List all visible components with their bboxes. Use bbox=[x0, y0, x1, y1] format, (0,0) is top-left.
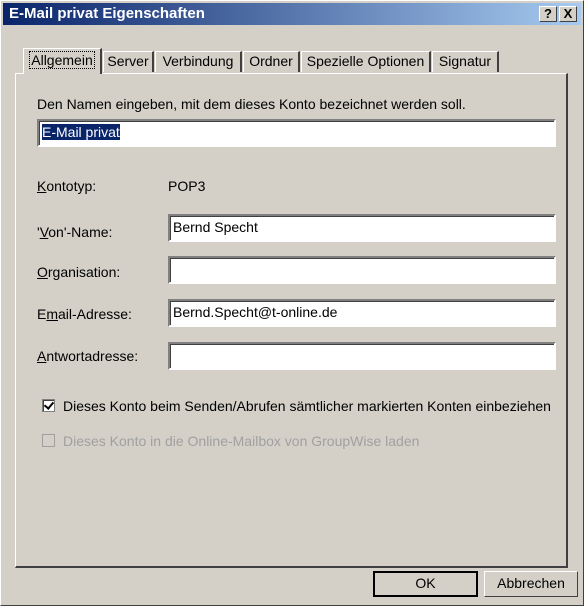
account-name-input[interactable]: E-Mail privat bbox=[37, 119, 556, 147]
tab-spezielle-optionen[interactable]: Spezielle Optionen bbox=[301, 51, 431, 72]
account-type-label: Kontotyp: bbox=[37, 178, 97, 194]
tab-allgemein[interactable]: Allgemein bbox=[23, 48, 102, 74]
reply-address-label: Antwortadresse: bbox=[37, 348, 139, 364]
close-button[interactable]: X bbox=[559, 6, 577, 22]
properties-dialog: E-Mail privat Eigenschaften ? X Allgemei… bbox=[0, 0, 584, 606]
groupwise-label: Dieses Konto in die Online-Mailbox von G… bbox=[63, 433, 420, 449]
checkmark-icon bbox=[43, 399, 55, 410]
organization-input[interactable] bbox=[168, 256, 556, 284]
account-type-value: POP3 bbox=[168, 178, 206, 194]
from-name-input[interactable]: Bernd Specht bbox=[168, 214, 556, 242]
tab-signatur[interactable]: Signatur bbox=[432, 51, 499, 72]
ok-button[interactable]: OK bbox=[373, 571, 478, 597]
instruction-text: Den Namen eingeben, mit dem dieses Konto… bbox=[37, 96, 466, 112]
tab-server[interactable]: Server bbox=[103, 51, 154, 72]
from-name-label: 'Von'-Name: bbox=[37, 224, 113, 240]
title-bar[interactable]: E-Mail privat Eigenschaften ? X bbox=[3, 3, 581, 25]
groupwise-checkbox[interactable] bbox=[42, 434, 55, 447]
organization-label: Organisation: bbox=[37, 264, 121, 280]
cancel-button[interactable]: Abbrechen bbox=[484, 571, 578, 597]
reply-address-input[interactable] bbox=[168, 342, 556, 370]
account-name-value: E-Mail privat bbox=[42, 124, 120, 140]
window-title: E-Mail privat Eigenschaften bbox=[9, 5, 205, 22]
email-label: Email-Adresse: bbox=[37, 306, 132, 322]
tab-ordner[interactable]: Ordner bbox=[243, 51, 300, 72]
include-account-label[interactable]: Dieses Konto beim Senden/Abrufen sämtlic… bbox=[63, 398, 551, 414]
help-button[interactable]: ? bbox=[539, 6, 557, 22]
tab-verbindung[interactable]: Verbindung bbox=[155, 51, 242, 72]
email-input[interactable]: Bernd.Specht@t-online.de bbox=[168, 299, 556, 327]
include-account-checkbox[interactable] bbox=[42, 399, 55, 412]
